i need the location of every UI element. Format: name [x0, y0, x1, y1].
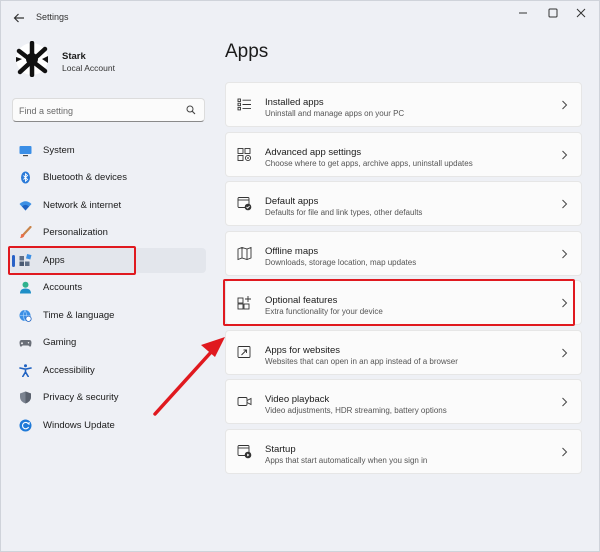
- window-title: Settings: [36, 12, 69, 22]
- sidebar-item-personalization[interactable]: Personalization: [10, 220, 206, 245]
- sidebar-item-label: Privacy & security: [43, 392, 119, 403]
- card-subtitle: Apps that start automatically when you s…: [265, 456, 428, 465]
- offline-maps-card[interactable]: Offline maps Downloads, storage location…: [225, 231, 582, 276]
- apps-highlight-annotation: [8, 246, 136, 275]
- startup-icon: [237, 445, 252, 459]
- sidebar-item-privacy-security[interactable]: Privacy & security: [10, 385, 206, 410]
- sidebar-item-label: Bluetooth & devices: [43, 172, 127, 183]
- card-subtitle: Video adjustments, HDR streaming, batter…: [265, 406, 447, 415]
- search-input[interactable]: [19, 103, 179, 118]
- back-arrow-icon[interactable]: [11, 10, 27, 26]
- sidebar-item-label: System: [43, 145, 75, 156]
- card-title: Startup: [265, 444, 296, 455]
- advanced-app-settings-card[interactable]: Advanced app settings Choose where to ge…: [225, 132, 582, 177]
- page-title: Apps: [225, 41, 269, 62]
- card-subtitle: Choose where to get apps, archive apps, …: [265, 159, 473, 168]
- card-subtitle: Defaults for file and link types, other …: [265, 208, 423, 217]
- search-icon[interactable]: [186, 105, 196, 115]
- card-title: Advanced app settings: [265, 147, 362, 158]
- bluetooth-icon: [21, 171, 30, 184]
- sidebar-item-accounts[interactable]: Accounts: [10, 275, 206, 300]
- sidebar-item-gaming[interactable]: Gaming: [10, 330, 206, 355]
- sidebar-item-network[interactable]: Network & internet: [10, 193, 206, 218]
- startup-card[interactable]: Startup Apps that start automatically wh…: [225, 429, 582, 474]
- close-icon[interactable]: [567, 5, 595, 21]
- sidebar-item-label: Personalization: [43, 227, 108, 238]
- card-title: Apps for websites: [265, 345, 340, 356]
- globe-clock-icon: [19, 309, 32, 322]
- avatar[interactable]: [14, 41, 50, 77]
- maximize-icon[interactable]: [539, 5, 567, 21]
- default-apps-icon: [237, 197, 252, 211]
- monitor-icon: [19, 146, 32, 157]
- chevron-right-icon: [562, 397, 568, 407]
- card-title: Default apps: [265, 196, 319, 207]
- list-icon: [237, 98, 251, 111]
- settings-window: Settings Stark Local Account System: [0, 0, 600, 552]
- video-icon: [237, 397, 252, 406]
- sidebar-item-time-language[interactable]: Time & language: [10, 303, 206, 328]
- card-title: Video playback: [265, 394, 330, 405]
- chevron-right-icon: [562, 348, 568, 358]
- person-icon: [20, 281, 31, 294]
- sidebar-item-label: Network & internet: [43, 200, 122, 211]
- accessibility-icon: [19, 364, 32, 377]
- apps-for-websites-card[interactable]: Apps for websites Websites that can open…: [225, 330, 582, 375]
- brush-icon: [20, 226, 32, 238]
- app-settings-icon: [237, 148, 252, 162]
- card-subtitle: Uninstall and manage apps on your PC: [265, 109, 405, 118]
- card-subtitle: Websites that can open in an app instead…: [265, 357, 458, 366]
- web-app-icon: [237, 346, 251, 358]
- sidebar-item-label: Accessibility: [43, 365, 95, 376]
- sidebar-item-label: Time & language: [43, 310, 115, 321]
- card-subtitle: Downloads, storage location, map updates: [265, 258, 417, 267]
- sidebar-item-windows-update[interactable]: Windows Update: [10, 413, 206, 438]
- video-playback-card[interactable]: Video playback Video adjustments, HDR st…: [225, 379, 582, 424]
- account-type: Local Account: [62, 63, 115, 73]
- shield-icon: [20, 391, 31, 404]
- chevron-right-icon: [562, 249, 568, 259]
- sidebar-item-label: Gaming: [43, 337, 77, 348]
- minimize-icon[interactable]: [509, 5, 537, 21]
- sidebar-item-label: Accounts: [43, 282, 83, 293]
- optional-features-highlight-annotation: [223, 279, 575, 326]
- sidebar-item-accessibility[interactable]: Accessibility: [10, 358, 206, 383]
- wifi-icon: [19, 201, 32, 211]
- chevron-right-icon: [562, 100, 568, 110]
- chevron-right-icon: [562, 150, 568, 160]
- sidebar-item-bluetooth[interactable]: Bluetooth & devices: [10, 165, 206, 190]
- search-box[interactable]: [12, 98, 205, 122]
- sidebar-item-label: Windows Update: [43, 420, 115, 431]
- title-bar: Settings: [1, 1, 600, 35]
- gamepad-icon: [19, 340, 32, 347]
- installed-apps-card[interactable]: Installed apps Uninstall and manage apps…: [225, 82, 582, 127]
- update-icon: [19, 419, 32, 432]
- default-apps-card[interactable]: Default apps Defaults for file and link …: [225, 181, 582, 226]
- card-title: Offline maps: [265, 246, 319, 257]
- map-icon: [237, 246, 252, 261]
- chevron-right-icon: [562, 447, 568, 457]
- sidebar-item-system[interactable]: System: [10, 138, 206, 163]
- chevron-right-icon: [562, 199, 568, 209]
- user-name: Stark: [62, 51, 86, 62]
- card-title: Installed apps: [265, 97, 324, 108]
